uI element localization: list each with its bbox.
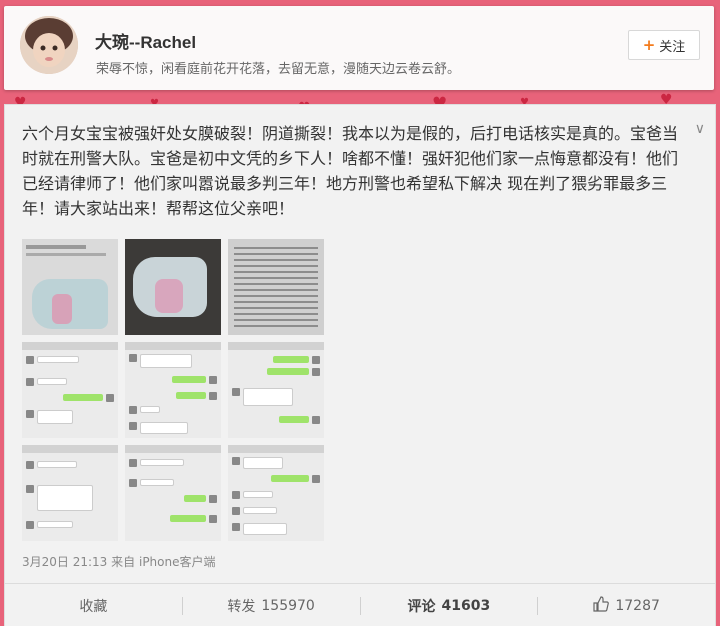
post-image[interactable] xyxy=(22,342,118,438)
post-image[interactable] xyxy=(125,239,221,335)
post-image[interactable] xyxy=(228,342,324,438)
image-grid xyxy=(22,239,324,541)
post-text: 六个月女宝宝被强奸处女膜破裂！阴道撕裂！我本以为是假的，后打电话核实是真的。宝爸… xyxy=(22,124,679,218)
user-bio: 荣辱不惊，闲看庭前花开花落，去留无意，漫随天边云卷云舒。 xyxy=(96,62,461,77)
repost-count: 155970 xyxy=(261,597,315,614)
follow-label: 关注 xyxy=(659,39,686,55)
post-source[interactable]: iPhone客户端 xyxy=(139,555,216,569)
post-image[interactable] xyxy=(22,445,118,541)
follow-button[interactable]: + 关注 xyxy=(628,30,700,60)
plus-icon: + xyxy=(642,36,656,54)
post-image[interactable] xyxy=(125,342,221,438)
thumbs-up-icon xyxy=(593,595,610,616)
profile-card: 大琬--Rachel 荣辱不惊，闲看庭前花开花落，去留无意，漫随天边云卷云舒。 … xyxy=(4,6,714,90)
comment-count: 41603 xyxy=(441,597,491,614)
action-bar: 收藏 转发 155970 评论 41603 17287 xyxy=(5,583,715,626)
repost-button[interactable]: 转发 155970 xyxy=(183,596,360,616)
source-prefix: 来自 xyxy=(111,555,136,569)
chevron-down-icon[interactable]: ∨ xyxy=(695,121,705,137)
avatar[interactable] xyxy=(20,16,78,74)
post-image[interactable] xyxy=(125,445,221,541)
like-button[interactable]: 17287 xyxy=(538,595,715,616)
repost-label: 转发 xyxy=(227,598,256,615)
post-meta: 3月20日 21:13 来自 iPhone客户端 xyxy=(22,553,216,570)
favorite-button[interactable]: 收藏 xyxy=(5,596,182,616)
post-image[interactable] xyxy=(22,239,118,335)
favorite-label: 收藏 xyxy=(79,598,108,615)
post-date[interactable]: 3月20日 21:13 xyxy=(22,555,107,569)
post-image[interactable] xyxy=(228,239,324,335)
user-name[interactable]: 大琬--Rachel xyxy=(95,28,196,53)
comment-label: 评论 xyxy=(407,598,436,615)
comment-button[interactable]: 评论 41603 xyxy=(361,596,538,616)
like-count: 17287 xyxy=(615,597,660,614)
post-card: ∨ 六个月女宝宝被强奸处女膜破裂！阴道撕裂！我本以为是假的，后打电话核实是真的。… xyxy=(4,104,716,626)
post-image[interactable] xyxy=(228,445,324,541)
